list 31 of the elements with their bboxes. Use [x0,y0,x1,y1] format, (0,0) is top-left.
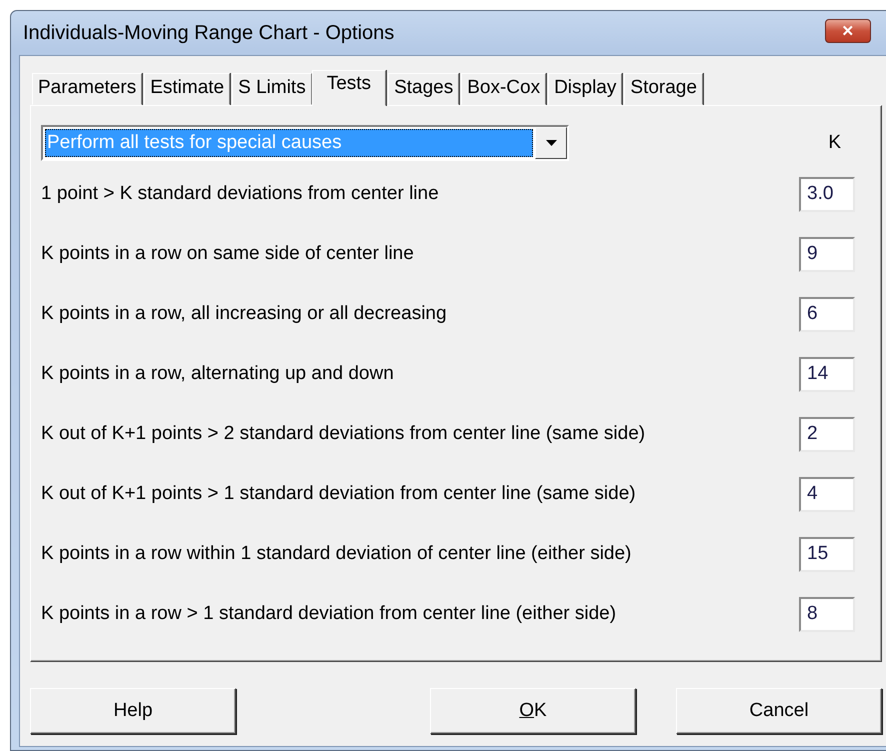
k-input[interactable]: 15 [799,536,855,572]
tab[interactable]: S Limits [232,73,312,105]
k-input[interactable]: 8 [799,596,855,632]
dialog-button[interactable]: Help [30,688,236,734]
tab[interactable]: Storage [624,73,703,105]
test-label: K out of K+1 points > 1 standard deviation from center line (same side) [41,483,636,505]
window-title: Individuals-Moving Range Chart - Options [22,22,394,44]
test-label: 1 point > K standard deviations from center line [41,183,439,205]
k-input[interactable]: 2 [799,416,855,452]
dialog-button[interactable]: OK [430,688,636,734]
tab[interactable]: Stages [388,73,460,105]
dialog-button[interactable]: Cancel [676,688,882,734]
test-label: K points in a row on same side of center line [41,243,414,265]
k-input[interactable]: 3.0 [799,176,855,212]
close-button[interactable]: ✕ [825,19,871,43]
k-input[interactable]: 9 [799,236,855,272]
k-input[interactable]: 14 [799,356,855,392]
tab[interactable]: Display [548,73,622,105]
k-input[interactable]: 6 [799,296,855,332]
k-column-heading: K [828,132,842,154]
test-label: K out of K+1 points > 2 standard deviations from center line (same side) [41,423,646,445]
tab[interactable]: Parameters [32,73,142,105]
test-label: K points in a row, all increasing or all decreasing [41,303,447,325]
dropdown-arrow-icon [546,140,556,146]
test-label: K points in a row within 1 standard deviation of center line (either side) [41,543,632,565]
tab[interactable]: Tests [312,70,386,106]
test-label: K points in a row > 1 standard deviation from center line (either side) [41,603,616,625]
tab[interactable]: Estimate [144,73,230,105]
test-label: K points in a row, alternating up and down [41,363,394,385]
tab[interactable]: Box-Cox [461,73,546,105]
k-input[interactable]: 4 [799,476,855,512]
